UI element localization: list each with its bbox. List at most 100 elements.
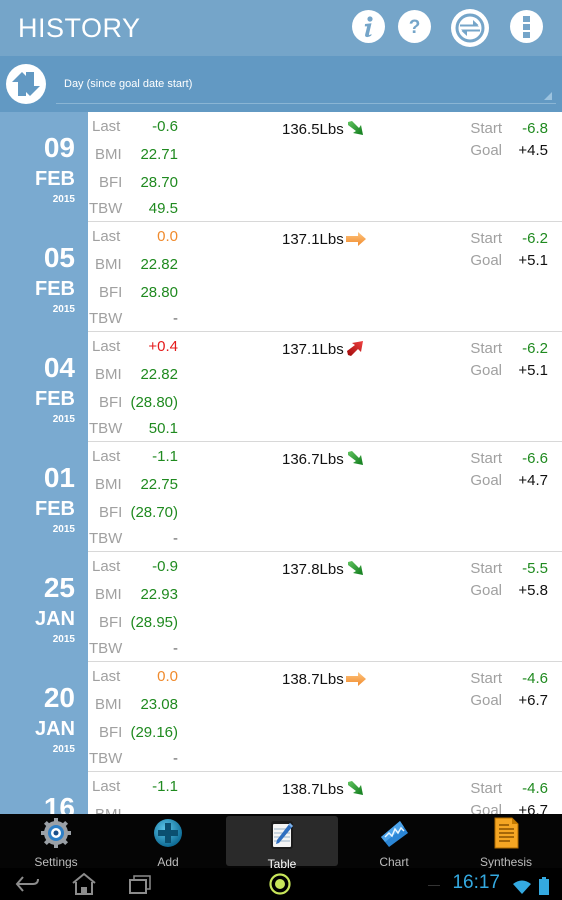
system-nav-bar: 16:17 (0, 868, 562, 900)
start-diff-value: -5.5 (522, 560, 548, 577)
bmi-row: BMI 22.93 (88, 586, 188, 608)
entry-month: FEB (35, 168, 75, 190)
last-label: Last (92, 558, 121, 575)
entry-date: 25 JAN 2015 (0, 552, 88, 662)
entry-day: 04 (43, 352, 75, 383)
entry-date: 01 FEB 2015 (0, 442, 88, 552)
history-entry[interactable]: 25 JAN 2015 Last -0.9 BMI 22.93 BFI (28.… (0, 552, 562, 662)
entry-year: 2015 (52, 744, 75, 755)
last-label: Last (92, 448, 121, 465)
bmi-row: BMI 23.08 (88, 696, 188, 718)
history-list[interactable]: 09 FEB 2015 Last -0.6 BMI 22.71 BFI 28.7… (0, 112, 562, 814)
weight-value: 136.7Lbs (282, 450, 344, 468)
sync-icon (455, 13, 485, 43)
start-label: Start (470, 450, 502, 467)
sort-mode-dropdown[interactable]: Day (since goal date start) (56, 68, 556, 104)
trend-flat-arrow-icon (345, 670, 367, 688)
tab-add-label: Add (157, 855, 179, 869)
start-diff-row: Start -6.8 (418, 120, 548, 140)
tbw-label: TBW (89, 750, 123, 767)
history-entry[interactable]: 01 FEB 2015 Last -1.1 BMI 22.75 BFI (28.… (0, 442, 562, 552)
tbw-label: TBW (89, 420, 123, 437)
start-label: Start (470, 780, 502, 797)
start-diff-row: Start -6.2 (418, 340, 548, 360)
last-label: Last (92, 338, 121, 355)
bmi-label: BMI (95, 256, 122, 273)
last-change-value: -0.6 (152, 118, 178, 135)
entry-year: 2015 (52, 414, 75, 425)
help-button[interactable]: ? (398, 10, 431, 43)
bfi-row: BFI 28.80 (88, 284, 188, 306)
tbw-value: 50.1 (148, 420, 178, 437)
bfi-row: BFI (28.95) (88, 614, 188, 636)
bmi-value: 22.82 (140, 366, 178, 383)
last-change-row: Last 0.0 (88, 668, 188, 690)
bfi-value: (28.80) (130, 394, 178, 411)
weight: 136.7Lbs (282, 450, 367, 468)
weight: 136.5Lbs (282, 120, 367, 138)
history-entry[interactable]: 04 FEB 2015 Last +0.4 BMI 22.82 BFI (28.… (0, 332, 562, 442)
history-entry[interactable]: 09 FEB 2015 Last -0.6 BMI 22.71 BFI 28.7… (0, 112, 562, 222)
last-change-row: Last -0.6 (88, 118, 188, 140)
goal-label: Goal (470, 362, 502, 379)
goal-label: Goal (470, 802, 502, 814)
goal-diff-row: Goal +5.1 (418, 252, 548, 272)
goal-diff-value: +6.7 (518, 692, 548, 709)
info-button[interactable] (352, 10, 385, 43)
bfi-value: 28.80 (140, 284, 178, 301)
tbw-row: TBW - (88, 310, 188, 332)
title-bar: HISTORY ? (0, 0, 562, 56)
last-change-value: +0.4 (148, 338, 178, 355)
last-change-value: -1.1 (152, 778, 178, 795)
entry-date: 20 JAN 2015 (0, 662, 88, 772)
goal-diff-row: Goal +6.7 (418, 692, 548, 712)
bmi-row: BMI 22.82 (88, 366, 188, 388)
goal-diff-value: +4.5 (518, 142, 548, 159)
start-diff-row: Start -6.2 (418, 230, 548, 250)
last-change-value: -1.1 (152, 448, 178, 465)
page-title: HISTORY (18, 13, 141, 43)
history-entry[interactable]: 05 FEB 2015 Last 0.0 BMI 22.82 BFI 28.80… (0, 222, 562, 332)
tab-add[interactable]: Add (112, 814, 224, 869)
bfi-value: (28.70) (130, 504, 178, 521)
history-entry[interactable]: 20 JAN 2015 Last 0.0 BMI 23.08 BFI (29.1… (0, 662, 562, 772)
tab-table[interactable]: Table (226, 816, 338, 871)
last-change-row: Last 0.0 (88, 228, 188, 250)
home-button[interactable] (70, 872, 98, 896)
app-indicator-button[interactable] (268, 872, 292, 896)
weight-value: 137.8Lbs (282, 560, 344, 578)
recent-apps-button[interactable] (126, 872, 154, 896)
tab-chart[interactable]: Chart (338, 814, 450, 869)
weight: 137.8Lbs (282, 560, 367, 578)
goal-diff-value: +5.1 (518, 252, 548, 269)
overflow-menu-button[interactable] (510, 10, 543, 43)
entry-date: 16 (0, 772, 88, 814)
last-label: Last (92, 668, 121, 685)
svg-text:?: ? (409, 17, 421, 38)
entry-day: 16 (43, 792, 75, 814)
sort-order-button[interactable] (6, 64, 46, 104)
entry-day: 09 (43, 132, 75, 163)
synthesis-document-icon (490, 817, 522, 849)
tab-synthesis[interactable]: Synthesis (450, 814, 562, 869)
last-change-value: 0.0 (157, 228, 178, 245)
goal-diff-value: +4.7 (518, 472, 548, 489)
trend-down-arrow-icon (345, 120, 367, 138)
tab-settings[interactable]: Settings (0, 814, 112, 869)
goal-diff-row: Goal +5.1 (418, 362, 548, 382)
back-button[interactable] (14, 872, 42, 896)
tbw-label: TBW (89, 640, 123, 657)
bfi-label: BFI (99, 724, 123, 741)
bfi-row: BFI (28.80) (88, 394, 188, 416)
bmi-row: BMI 22.75 (88, 476, 188, 498)
bfi-value: (28.95) (130, 614, 178, 631)
back-icon (15, 876, 39, 892)
sync-button[interactable] (451, 9, 489, 47)
weight-value: 138.7Lbs (282, 780, 344, 798)
entry-date: 05 FEB 2015 (0, 222, 88, 332)
history-entry[interactable]: 16 Last -1.1 BMI BFI TBW 138.7Lbs Start … (0, 772, 562, 814)
weight: 137.1Lbs (282, 340, 367, 358)
start-diff-value: -4.6 (522, 670, 548, 687)
trend-flat-arrow-icon (345, 230, 367, 248)
last-change-value: -0.9 (152, 558, 178, 575)
